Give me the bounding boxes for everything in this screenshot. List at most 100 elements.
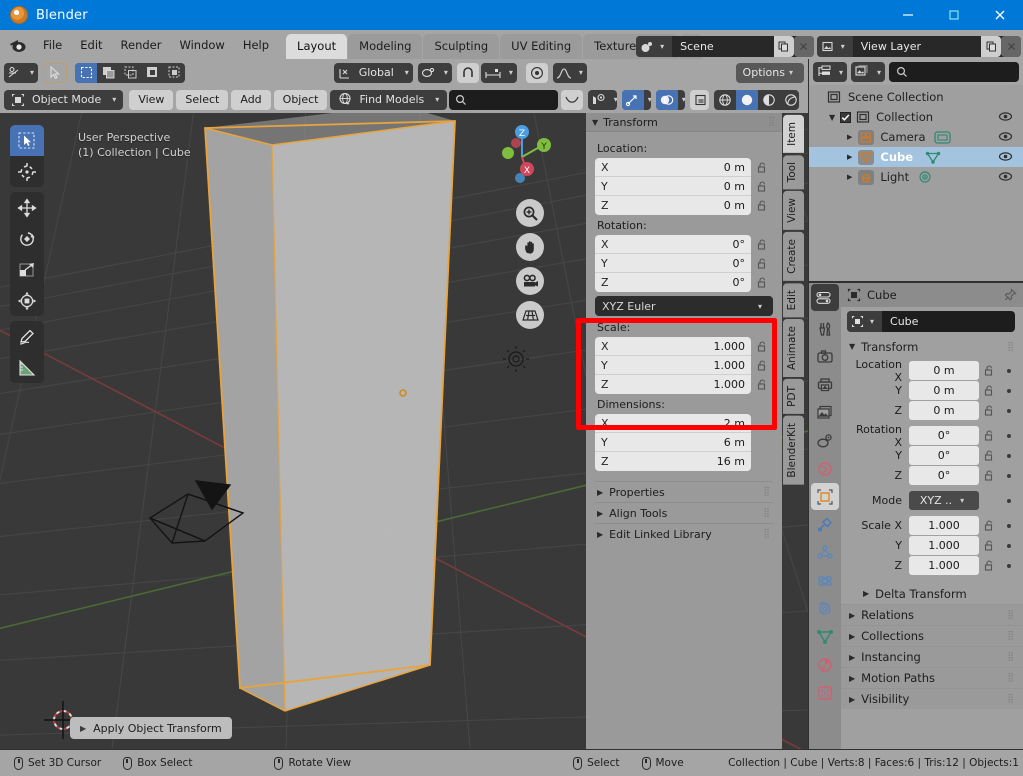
view-layer-icon[interactable]: ▾ [816,36,853,57]
animate-dot-icon[interactable] [1007,388,1011,393]
rotation-z-input[interactable]: 0° [909,466,979,485]
dimension-z-field[interactable]: Z 16 m [595,452,751,471]
chevron-down-icon[interactable]: ▾ [401,68,413,77]
view-layer-tab[interactable] [811,399,839,426]
menu-select[interactable]: Select [176,89,229,110]
output-tab[interactable] [811,371,839,398]
rotation-z-field[interactable]: Z 0° [595,273,751,292]
rotation-x-field[interactable]: X 0° [595,235,751,254]
n-panel-section-align-tools[interactable]: ▶ Align Tools ⣿ [595,502,773,523]
outliner-row-camera[interactable]: ▶ Camera [809,127,1023,147]
properties-section-motion-paths[interactable]: ▶ Motion Paths ⣿ [841,667,1023,688]
object-data-tab[interactable] [811,623,839,650]
location-y-field[interactable]: Y 0 m [595,177,751,196]
chevron-down-icon[interactable]: ▾ [575,68,587,77]
outliner-filter-dropdown[interactable]: ▾ [851,62,886,82]
cursor-tool[interactable] [10,156,44,187]
select-intersect-icon[interactable] [163,63,185,83]
animate-dot-icon[interactable] [1007,433,1011,438]
chevron-right-icon[interactable]: ▶ [847,173,852,181]
n-panel-transform-header[interactable]: ▼ Transform ⣿ [586,113,782,132]
pivot-point-dropdown[interactable]: ▾ [417,62,452,83]
lock-scale-x-icon[interactable] [751,337,773,356]
properties-section-instancing[interactable]: ▶ Instancing ⣿ [841,646,1023,667]
lock-icon[interactable] [984,384,995,397]
lock-icon[interactable] [984,539,995,552]
outliner-row-light[interactable]: ▶ Light [809,167,1023,187]
overlays-toggle-dropdown[interactable]: ▾ [655,89,685,110]
hide-in-viewport-icon[interactable] [998,170,1013,183]
tab-pdt[interactable]: PDT [783,379,804,415]
search-input[interactable] [449,89,558,110]
remove-view-layer-button[interactable] [1001,36,1021,57]
tab-edit[interactable]: Edit [783,283,804,318]
lock-rotation-y-icon[interactable] [751,254,773,273]
lock-location-x-icon[interactable] [751,158,773,177]
outliner-row-scene-collection[interactable]: Scene Collection [809,87,1023,107]
scale-y-field[interactable]: Y 1.000 [595,356,751,375]
unlink-scene-button[interactable] [793,36,814,57]
constraints-tab[interactable] [811,595,839,622]
tab-modeling[interactable]: Modeling [348,34,423,59]
rotation-x-input[interactable]: 0° [909,426,979,445]
rotate-tool[interactable] [10,223,44,254]
overlays-icon[interactable] [655,89,678,110]
lock-location-y-icon[interactable] [751,177,773,196]
menu-window[interactable]: Window [170,35,233,55]
lock-icon[interactable] [984,429,995,442]
scale-z-field[interactable]: Z 1.000 [595,375,751,394]
object-tab[interactable] [811,483,839,510]
tab-sculpting[interactable]: Sculpting [423,34,500,59]
move-tool[interactable] [10,192,44,223]
magnet-icon[interactable] [456,62,479,83]
zoom-icon[interactable] [516,199,544,227]
chevron-down-icon[interactable]: ▾ [644,95,651,104]
lock-icon[interactable] [984,364,995,377]
annotate-tool[interactable] [10,321,44,352]
tool-icon[interactable] [4,63,26,83]
scale-z-input[interactable]: 1.000 [909,556,979,575]
properties-section-collections[interactable]: ▶ Collections ⣿ [841,625,1023,646]
close-button[interactable] [977,0,1023,30]
chevron-down-icon[interactable]: ▾ [505,68,517,77]
lock-icon[interactable] [984,404,995,417]
cursor-tool-indicator[interactable] [43,62,68,83]
snap-settings-dropdown[interactable]: ▾ [480,62,517,83]
smile-curve-button[interactable] [560,89,583,110]
lock-icon[interactable] [984,559,995,572]
material-preview-icon[interactable] [758,90,780,110]
minimize-button[interactable] [885,0,931,30]
object-icon[interactable]: ▾ [847,311,883,332]
hide-in-viewport-icon[interactable] [998,130,1013,143]
new-scene-button[interactable] [773,36,794,57]
hide-in-viewport-icon[interactable] [998,150,1013,163]
outliner-row-collection[interactable]: ▼ Collection [809,107,1023,127]
outliner-display-mode-dropdown[interactable]: ▾ [813,62,848,82]
tweak-select-tool[interactable] [10,125,44,156]
wireframe-shading-icon[interactable] [714,90,736,110]
chevron-down-icon[interactable]: ▾ [873,68,885,77]
menu-view[interactable]: View [129,89,174,110]
animate-dot-icon[interactable] [1007,543,1011,548]
modifiers-tab[interactable] [811,511,839,538]
object-name-input[interactable]: ▾ Cube [847,311,1015,332]
pin-icon[interactable] [1003,288,1017,302]
lock-rotation-z-icon[interactable] [751,273,773,292]
lock-rotation-x-icon[interactable] [751,235,773,254]
lock-scale-y-icon[interactable] [751,356,773,375]
world-tab[interactable] [811,455,839,482]
animate-dot-icon[interactable] [1007,523,1011,528]
scale-y-input[interactable]: 1.000 [909,536,979,555]
rotation-y-input[interactable]: 0° [909,446,979,465]
find-models-dropdown[interactable]: Find Models ▾ [330,89,448,110]
chevron-down-icon[interactable]: ▾ [108,95,120,104]
animate-dot-icon[interactable] [1007,563,1011,568]
texture-tab[interactable] [811,679,839,706]
chevron-down-icon[interactable]: ▾ [26,68,38,77]
xray-icon[interactable] [689,89,709,110]
proportional-edit-toggle[interactable] [525,62,548,83]
mesh-data-icon[interactable] [925,151,941,164]
gizmo-toggle-dropdown[interactable]: ▾ [621,89,651,110]
dimension-y-field[interactable]: Y 6 m [595,433,751,452]
properties-section-relations[interactable]: ▶ Relations ⣿ [841,604,1023,625]
